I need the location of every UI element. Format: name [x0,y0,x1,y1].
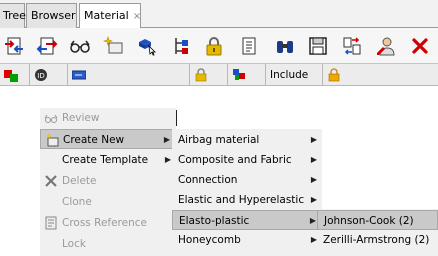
menu-item-review-label: Review [62,112,100,124]
submenu-elasto-plastic: Johnson-Cook (2) Zerilli-Armstrong (2) [317,209,438,256]
menu-item-delete-label: Delete [62,175,97,187]
new-item-icon[interactable] [102,34,126,58]
name-field-icon [72,70,86,79]
toolbar [0,28,438,64]
glasses-icon [44,114,58,123]
delete-icon[interactable] [408,34,432,58]
column-id[interactable]: ID [30,64,68,85]
menu-item-cross-reference[interactable]: Cross Reference [40,213,176,233]
cross-reference-icon [45,216,57,230]
tab-tree[interactable]: Tree [0,3,26,28]
hierarchy-icon[interactable] [169,34,193,58]
submenu-item-composite-and-fabric[interactable]: Composite and Fabric ▶ [172,150,322,170]
submenu-item-label: Elastic and Hyperelastic [178,194,305,206]
context-menu: Review Create New ▶ Create Template ▶ De… [40,108,176,256]
select-icon[interactable] [135,34,159,58]
color-flag-icon [4,69,18,82]
tab-close-icon[interactable]: × [133,11,141,22]
material-type-icon [233,68,245,80]
id-badge-icon: ID [35,68,47,81]
submenu-arrow-icon: ▶ [310,135,317,144]
submenu-item-johnson-cook[interactable]: Johnson-Cook (2) [317,210,438,230]
column-header-row: ID Include [0,64,438,86]
svg-text:ID: ID [37,72,44,80]
submenu-arrow-icon: ▶ [310,155,317,164]
submenu-arrow-icon: ▶ [309,216,316,225]
column-include-label: Include [270,68,309,81]
column-include[interactable]: Include [266,64,323,85]
column-name[interactable] [68,64,190,85]
submenu-arrow-icon: ▶ [310,175,317,184]
save-icon[interactable] [306,34,330,58]
tab-browser[interactable]: Browser [26,3,77,28]
submenu-item-zerilli-armstrong[interactable]: Zerilli-Armstrong (2) [317,230,438,250]
submenu-item-label: Zerilli-Armstrong (2) [323,234,430,246]
submenu-item-label: Airbag material [178,134,260,146]
menu-item-create-new[interactable]: Create New ▶ [40,129,176,149]
export-icon[interactable] [35,34,59,58]
lock-icon[interactable] [202,34,226,58]
user-edit-icon[interactable] [374,34,398,58]
menu-item-clone-label: Clone [62,196,92,208]
submenu-item-label: Elasto-plastic [179,215,250,227]
submenu-item-airbag-material[interactable]: Airbag material ▶ [172,130,322,150]
submenu-item-elasto-plastic[interactable]: Elasto-plastic ▶ [172,210,322,230]
locked-state-icon [328,67,340,81]
info-icon[interactable] [237,34,261,58]
text-cursor [176,110,177,126]
column-locked[interactable] [323,64,438,85]
tab-browser-label: Browser [31,9,76,22]
menu-item-create-template-label: Create Template [62,154,149,166]
menu-item-delete[interactable]: Delete [40,171,176,191]
menu-item-clone[interactable]: Clone [40,192,176,212]
create-new-icon [46,133,59,147]
tab-tree-label: Tree [3,9,26,22]
delete-x-icon [45,175,57,187]
submenu-item-label: Honeycomb [178,234,241,246]
menu-item-cross-reference-label: Cross Reference [62,217,147,229]
menu-item-lock-label: Lock [62,238,86,250]
find-binoculars-icon[interactable] [273,34,297,58]
import-icon[interactable] [2,34,26,58]
menu-item-create-template[interactable]: Create Template ▶ [40,150,176,170]
submenu-item-elastic-and-hyperelastic[interactable]: Elastic and Hyperelastic ▶ [172,190,322,210]
submenu-arrow-icon: ▶ [164,155,171,164]
review-glasses-icon[interactable] [68,34,92,58]
submenu-item-label: Composite and Fabric [178,154,292,166]
submenu-arrow-icon: ▶ [310,195,317,204]
column-material-type[interactable] [228,64,266,85]
column-lock[interactable] [190,64,228,85]
menu-item-create-new-label: Create New [63,134,125,146]
menu-item-lock[interactable]: Lock [40,234,176,254]
submenu-item-label: Johnson-Cook (2) [324,215,414,227]
submenu-item-label: Connection [178,174,238,186]
menu-item-review[interactable]: Review [40,108,176,128]
tab-material[interactable]: Material × [79,3,141,29]
column-color[interactable] [0,64,30,85]
submenu-item-honeycomb[interactable]: Honeycomb ▶ [172,230,322,250]
submenu-item-connection[interactable]: Connection ▶ [172,170,322,190]
compare-icon[interactable] [340,34,364,58]
tab-bar: Tree Browser Material × [0,0,438,29]
column-lock-icon [195,67,207,81]
submenu-create-new: Airbag material ▶ Composite and Fabric ▶… [172,129,322,256]
tab-material-label: Material [84,9,129,22]
submenu-arrow-icon: ▶ [163,135,170,144]
